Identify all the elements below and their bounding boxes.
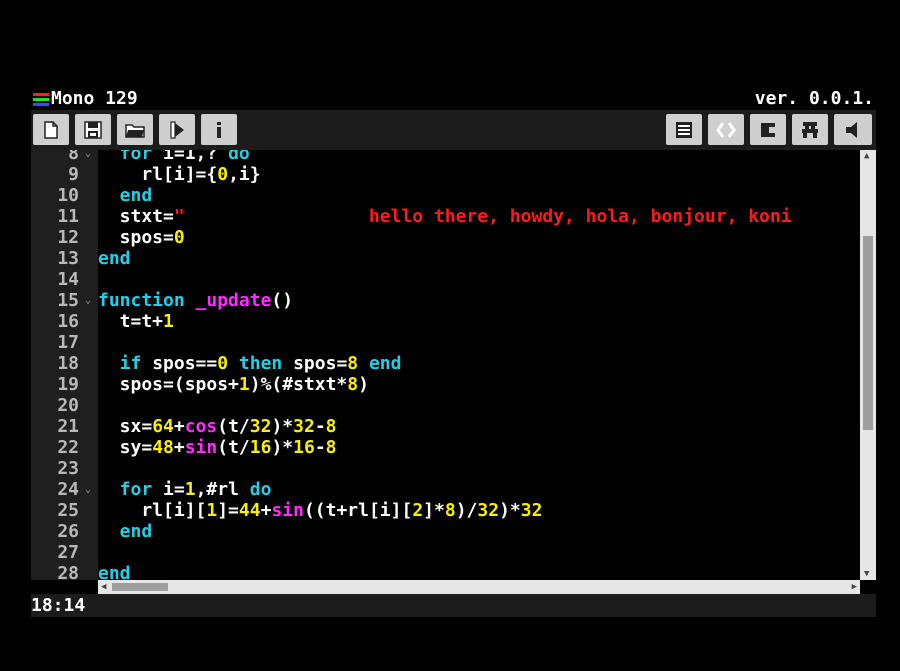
info-button[interactable] — [201, 114, 237, 145]
folder-icon — [125, 123, 145, 138]
line-number: 10 — [57, 185, 79, 206]
line-number: 26 — [57, 521, 79, 542]
save-button[interactable] — [75, 114, 111, 145]
scroll-up-icon[interactable]: ▲ — [864, 151, 869, 161]
code-line[interactable]: end — [98, 185, 153, 206]
toolbar — [31, 110, 876, 150]
line-number: 15 — [57, 290, 79, 311]
braces-icon — [716, 121, 736, 138]
code-line[interactable]: for i=1,#rl do — [98, 479, 272, 500]
app-title: Mono 129 — [51, 88, 138, 109]
line-number: 19 — [57, 374, 79, 395]
code-line[interactable]: rl[i][1]=44+sin((t+rl[i][2]*8)/32)*32 — [98, 500, 542, 521]
horizontal-scroll-thumb[interactable] — [112, 583, 168, 591]
code-line[interactable]: sy=48+sin(t/16)*16-8 — [98, 437, 337, 458]
new-file-icon — [44, 120, 58, 139]
vertical-scroll-thumb[interactable] — [863, 236, 873, 430]
line-number: 16 — [57, 311, 79, 332]
line-number: 23 — [57, 458, 79, 479]
sprite-editor-button[interactable] — [750, 114, 786, 145]
line-number: 24 — [57, 479, 79, 500]
run-button[interactable] — [159, 114, 195, 145]
line-number-gutter: 8 ⌄ 9 10 11 12 13 14 15 ⌄ 16 17 18 19 20 21 22 23 24 ⌄ 25 26 2… — [31, 150, 98, 580]
fold-toggle-icon[interactable]: ⌄ — [85, 150, 95, 164]
scroll-right-icon[interactable]: ▶ — [852, 582, 857, 592]
line-number: 20 — [57, 395, 79, 416]
scroll-left-icon[interactable]: ◀ — [101, 582, 106, 592]
line-number: 27 — [57, 542, 79, 563]
line-number: 11 — [57, 206, 79, 227]
code-editor-button[interactable] — [666, 114, 702, 145]
pacman-icon — [761, 122, 775, 137]
code-line[interactable]: rl[i]={0,i} — [98, 164, 260, 185]
line-number: 14 — [57, 269, 79, 290]
line-number: 13 — [57, 248, 79, 269]
code-line[interactable]: end — [98, 248, 131, 269]
code-line[interactable]: for i=1,? do — [98, 150, 250, 164]
fold-toggle-icon[interactable]: ⌄ — [85, 479, 95, 500]
line-number: 8 — [68, 150, 79, 164]
save-icon — [84, 120, 102, 139]
list-icon — [676, 121, 692, 138]
code-line[interactable]: t=t+1 — [98, 311, 174, 332]
speaker-icon — [846, 121, 857, 138]
invader-icon — [802, 121, 818, 138]
fold-toggle-icon[interactable]: ⌄ — [85, 290, 95, 311]
open-folder-button[interactable] — [117, 114, 153, 145]
vertical-scrollbar[interactable]: ▲ ▼ — [860, 150, 876, 580]
code-line[interactable]: spos=(spos+1)%(#stxt*8) — [98, 374, 369, 395]
line-number: 18 — [57, 353, 79, 374]
new-file-button[interactable] — [33, 114, 69, 145]
fantasy-console-screen: Mono 129 ver. 0.0.1. 8 ⌄ 9 10 11 12 13 1… — [31, 87, 876, 617]
sound-editor-button[interactable] — [834, 114, 872, 145]
code-line[interactable]: function _update() — [98, 290, 293, 311]
code-area[interactable]: for i=1,? do rl[i]={0,i} end stxt=" hell… — [98, 150, 860, 580]
code-line[interactable]: if spos==0 then spos=8 end — [98, 353, 402, 374]
line-number: 12 — [57, 227, 79, 248]
code-line[interactable]: spos=0 — [98, 227, 185, 248]
info-icon — [217, 121, 221, 138]
code-line[interactable]: end — [98, 563, 131, 580]
status-bar: 18:14 — [31, 594, 876, 617]
line-number: 28 — [57, 563, 79, 580]
code-line[interactable]: stxt=" hello there, howdy, hola, bonjour… — [98, 206, 792, 227]
line-number: 21 — [57, 416, 79, 437]
cursor-position: 18:14 — [31, 595, 86, 616]
logo-icon — [33, 93, 49, 106]
code-line[interactable]: sx=64+cos(t/32)*32-8 — [98, 416, 337, 437]
line-number: 9 — [68, 164, 79, 185]
play-icon — [170, 120, 184, 139]
line-number: 17 — [57, 332, 79, 353]
version-label: ver. 0.0.1. — [754, 88, 874, 109]
scroll-down-icon[interactable]: ▼ — [864, 569, 869, 579]
horizontal-scrollbar[interactable]: ◀ ▶ — [98, 580, 860, 594]
line-number: 25 — [57, 500, 79, 521]
code-view-button[interactable] — [708, 114, 744, 145]
code-editor[interactable]: 8 ⌄ 9 10 11 12 13 14 15 ⌄ 16 17 18 19 20 21 22 23 24 ⌄ 25 26 2… — [31, 150, 876, 580]
title-bar: Mono 129 ver. 0.0.1. — [31, 87, 876, 110]
code-line[interactable]: end — [98, 521, 153, 542]
line-number: 22 — [57, 437, 79, 458]
map-editor-button[interactable] — [792, 114, 828, 145]
